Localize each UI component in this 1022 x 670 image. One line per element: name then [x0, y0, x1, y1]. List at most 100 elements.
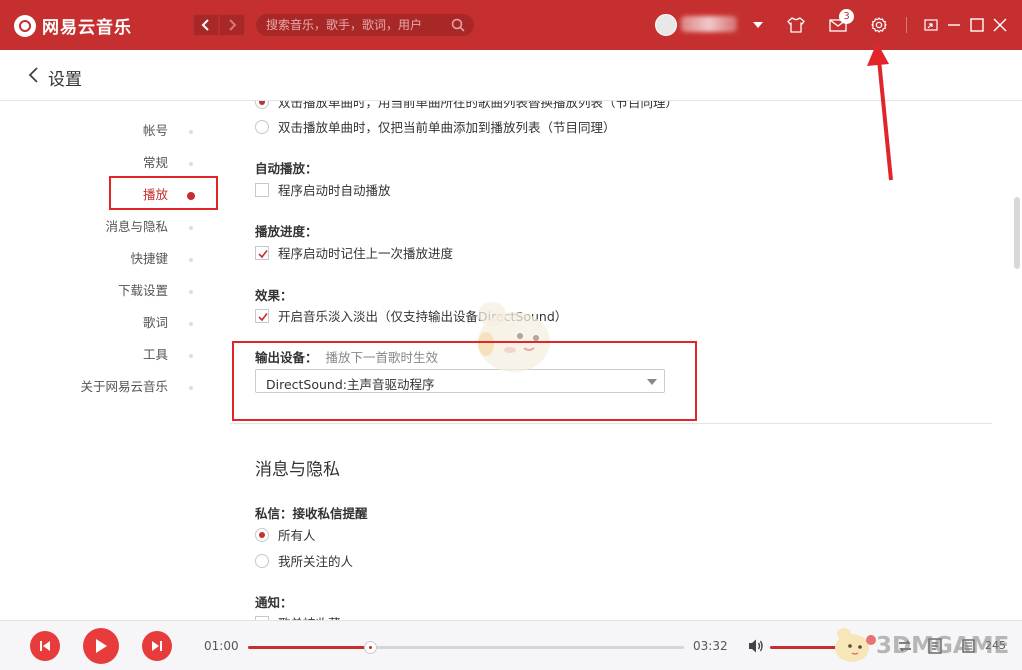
- title-bar: 网易云音乐 3: [0, 0, 1022, 50]
- autoplay-label: 自动播放：: [255, 161, 318, 176]
- titlebar-divider: [906, 17, 907, 33]
- play-button[interactable]: [83, 628, 119, 664]
- output-device-select[interactable]: DirectSound:主声音驱动程序: [255, 369, 665, 393]
- mail-badge: 3: [839, 9, 854, 24]
- option-label: 双击播放单曲时，用当前单曲所在的歌曲列表替换播放列表（节目同理）: [278, 101, 679, 110]
- sidebar-item-about[interactable]: 关于网易云音乐: [80, 377, 168, 397]
- username-blurred[interactable]: [681, 16, 737, 32]
- sidebar-dot: [189, 258, 193, 262]
- option-label: 开启音乐淡入淡出（仅支持输出设备DirectSound）: [278, 309, 568, 324]
- checkmark-icon: [258, 312, 268, 321]
- back-icon: [201, 19, 209, 31]
- mini-mode-icon[interactable]: [921, 15, 941, 35]
- effects-label: 效果：: [255, 288, 293, 303]
- checkbox-checked[interactable]: [255, 245, 269, 260]
- chevron-down-icon: [647, 379, 657, 385]
- notify-label: 通知：: [255, 595, 293, 610]
- effects-option[interactable]: 开启音乐淡入淡出（仅支持输出设备DirectSound）: [255, 306, 567, 325]
- maximize-icon[interactable]: [967, 15, 987, 35]
- volume-icon[interactable]: [747, 637, 765, 655]
- search-input[interactable]: [266, 14, 446, 36]
- option-label: 双击播放单曲时，仅把当前单曲添加到播放列表（节目同理）: [278, 120, 616, 135]
- sidebar-dot: [189, 290, 193, 294]
- progress-option[interactable]: 程序启动时记住上一次播放进度: [255, 243, 453, 262]
- section-title-privacy: 消息与隐私: [255, 460, 340, 480]
- progress-bar[interactable]: [248, 641, 684, 654]
- forward-button[interactable]: [219, 14, 245, 36]
- radio-button[interactable]: [255, 527, 269, 542]
- section-divider: [230, 423, 992, 424]
- checkbox-checked[interactable]: [255, 308, 269, 323]
- sidebar-dot: [189, 162, 193, 166]
- option-label: 程序启动时记住上一次播放进度: [278, 246, 454, 261]
- settings-content: 双击播放单曲时，用当前单曲所在的歌曲列表替换播放列表（节目同理） 双击播放单曲时…: [230, 101, 1000, 621]
- next-button[interactable]: [142, 631, 172, 661]
- radio-button[interactable]: [255, 101, 269, 109]
- sidebar-dot: [189, 226, 193, 230]
- private-message-label-text: 私信：: [255, 506, 293, 521]
- sidebar-item-shortcuts[interactable]: 快捷键: [130, 249, 168, 269]
- previous-icon: [40, 641, 50, 651]
- total-time: 03:32: [693, 639, 728, 653]
- sidebar-item-general[interactable]: 常规: [143, 153, 168, 173]
- back-button[interactable]: [193, 14, 219, 36]
- page-header: 设置: [0, 50, 1022, 101]
- previous-button[interactable]: [30, 631, 60, 661]
- history-nav: [193, 14, 245, 36]
- app-name: 网易云音乐: [42, 18, 132, 38]
- volume-slider[interactable]: [770, 646, 840, 649]
- autoplay-option[interactable]: 程序启动时自动播放: [255, 180, 391, 199]
- player-bar: 01:00 03:32 245: [0, 620, 1022, 670]
- current-time: 01:00: [204, 639, 239, 653]
- progress-fill: [248, 646, 371, 649]
- private-message-label: 私信：接收私信提醒: [255, 503, 368, 522]
- search-icon[interactable]: [451, 18, 465, 32]
- avatar[interactable]: [655, 14, 677, 36]
- sidebar-item-playback[interactable]: 播放: [143, 185, 168, 205]
- back-chevron-icon[interactable]: [26, 66, 42, 84]
- progress-label: 播放进度：: [255, 224, 318, 239]
- sidebar-dot: [189, 130, 193, 134]
- sidebar-active-dot: [187, 192, 195, 200]
- play-icon: [96, 639, 107, 653]
- settings-sidebar: 帐号 常规 播放 消息与隐私 快捷键 下载设置 歌词 工具 关于网易云音乐: [0, 101, 220, 621]
- minimize-icon[interactable]: [944, 15, 964, 35]
- sidebar-item-privacy[interactable]: 消息与隐私: [105, 217, 168, 237]
- netease-logo-icon: [14, 14, 36, 37]
- private-message-option-following[interactable]: 我所关注的人: [255, 551, 353, 570]
- content-scrollbar[interactable]: [1012, 101, 1022, 621]
- app-logo[interactable]: 网易云音乐: [14, 13, 132, 38]
- progress-knob[interactable]: [364, 641, 378, 654]
- sidebar-item-account[interactable]: 帐号: [143, 121, 168, 141]
- sidebar-item-tools[interactable]: 工具: [143, 345, 168, 365]
- option-label: 程序启动时自动播放: [278, 183, 391, 198]
- forward-icon: [229, 19, 237, 31]
- playback-mode-option-replace[interactable]: 双击播放单曲时，用当前单曲所在的歌曲列表替换播放列表（节目同理）: [255, 101, 678, 111]
- checkbox[interactable]: [255, 182, 269, 197]
- user-menu-caret-icon[interactable]: [753, 22, 763, 28]
- watermark-text: 3DMGAME: [876, 633, 1010, 659]
- private-message-option-everyone[interactable]: 所有人: [255, 525, 316, 544]
- radio-button[interactable]: [255, 119, 269, 134]
- playback-mode-option-append[interactable]: 双击播放单曲时，仅把当前单曲添加到播放列表（节目同理）: [255, 117, 616, 136]
- sidebar-dot: [189, 354, 193, 358]
- skin-icon[interactable]: [786, 15, 806, 35]
- output-device-hint: 播放下一首歌时生效: [325, 350, 439, 365]
- output-device-label: 输出设备： 播放下一首歌时生效: [255, 347, 438, 366]
- output-device-label-text: 输出设备：: [255, 350, 318, 365]
- settings-icon[interactable]: [869, 15, 889, 35]
- search-box: [256, 14, 474, 36]
- radio-button[interactable]: [255, 553, 269, 568]
- sidebar-item-download[interactable]: 下载设置: [118, 281, 168, 301]
- private-message-hint: 接收私信提醒: [292, 506, 368, 521]
- sidebar-dot: [189, 322, 193, 326]
- sidebar-item-lyrics[interactable]: 歌词: [143, 313, 168, 333]
- option-label: 我所关注的人: [278, 554, 354, 569]
- page-title: 设置: [48, 70, 82, 90]
- next-icon: [152, 641, 162, 651]
- output-device-value: DirectSound:主声音驱动程序: [266, 377, 435, 392]
- sidebar-dot: [189, 386, 193, 390]
- scrollbar-thumb[interactable]: [1014, 197, 1020, 269]
- option-label: 所有人: [278, 528, 316, 543]
- close-icon[interactable]: [990, 15, 1010, 35]
